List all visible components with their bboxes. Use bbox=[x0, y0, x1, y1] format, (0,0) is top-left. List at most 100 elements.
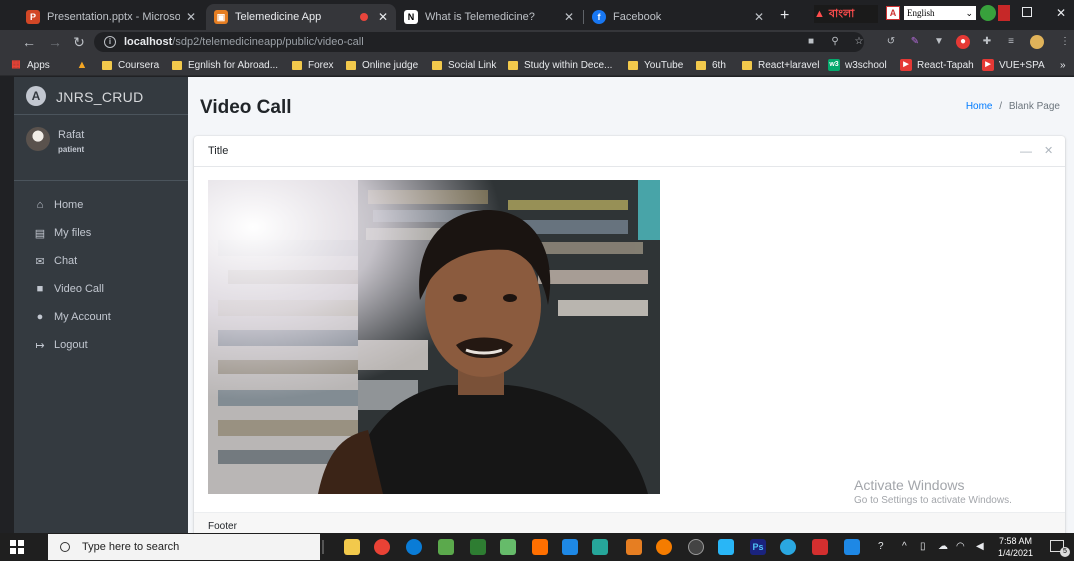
browser-tab-strip: P Presentation.pptx - Microsoft Po ✕ ▣ T… bbox=[0, 0, 1074, 30]
notepad-icon[interactable] bbox=[500, 539, 516, 555]
sidebar-item-chat[interactable]: ✉ Chat bbox=[14, 247, 188, 275]
sidebar-item-label: Video Call bbox=[54, 283, 104, 295]
breadcrumb-home-link[interactable]: Home bbox=[966, 101, 993, 112]
extension-v-icon[interactable]: ▼ bbox=[932, 35, 946, 49]
new-tab-button[interactable]: + bbox=[780, 7, 789, 25]
reload-icon[interactable]: ↻ bbox=[70, 33, 88, 51]
bookmark-react-laravel[interactable]: React+laravel bbox=[742, 58, 819, 72]
address-bar[interactable]: i localhost /sdp2/telemedicineapp/public… bbox=[94, 32, 864, 52]
extension-red-icon[interactable] bbox=[998, 5, 1010, 21]
bookmark-star-icon[interactable]: ☆ bbox=[852, 35, 866, 49]
volume-icon[interactable]: ◀ bbox=[976, 541, 984, 552]
bookmark-social-link[interactable]: Social Link bbox=[432, 58, 496, 72]
sidebar-item-label: My Account bbox=[54, 311, 111, 323]
app-red-icon[interactable] bbox=[812, 539, 828, 555]
profile-avatar-icon[interactable] bbox=[1030, 35, 1044, 49]
firefox-icon[interactable] bbox=[656, 539, 672, 555]
tab-telemedicine-app[interactable]: ▣ Telemedicine App ✕ bbox=[206, 4, 396, 30]
sidebar-item-label: My files bbox=[54, 227, 92, 239]
windows-taskbar: Type here to search Ps ? ^ ▯ ☁ ◠ ◀ 7:58 … bbox=[0, 533, 1074, 561]
zoom-icon[interactable]: ⚲ bbox=[828, 35, 842, 49]
extension-green-icon[interactable] bbox=[980, 5, 996, 21]
extension-feather-icon[interactable]: ✎ bbox=[908, 35, 922, 49]
user-panel[interactable]: Rafat patient bbox=[14, 115, 188, 181]
tab-what-is-telemedicine[interactable]: N What is Telemedicine? ✕ bbox=[396, 4, 582, 30]
chat-icon: ✉ bbox=[35, 255, 45, 268]
bookmark-w3school[interactable]: w3 w3school bbox=[828, 58, 887, 72]
sidebar-item-my-account[interactable]: ● My Account bbox=[14, 303, 188, 331]
sidebar-item-my-files[interactable]: ▤ My files bbox=[14, 219, 188, 247]
bookmark-online-judge[interactable]: Online judge bbox=[346, 58, 418, 72]
close-icon[interactable]: ✕ bbox=[186, 10, 196, 24]
site-info-icon[interactable]: i bbox=[104, 36, 116, 48]
terminal-icon[interactable] bbox=[470, 539, 486, 555]
sidebar-item-video-call[interactable]: ■ Video Call bbox=[14, 275, 188, 303]
tab-facebook[interactable]: f Facebook ✕ bbox=[584, 4, 772, 30]
vscode-icon[interactable] bbox=[562, 539, 578, 555]
restore-window-icon[interactable] bbox=[1022, 7, 1032, 17]
windows-start-icon[interactable] bbox=[10, 540, 24, 554]
bookmark-study[interactable]: Study within Dece... bbox=[508, 58, 612, 72]
app-icon[interactable] bbox=[438, 539, 454, 555]
close-icon[interactable]: ✕ bbox=[564, 10, 574, 24]
avatar bbox=[26, 127, 50, 151]
extension-refresh-icon[interactable]: ↺ bbox=[884, 35, 898, 49]
taskbar-search-input[interactable]: Type here to search bbox=[48, 534, 320, 560]
brand-link[interactable]: A JNRS_CRUD bbox=[14, 77, 188, 115]
video-frame bbox=[208, 180, 660, 494]
folder-icon bbox=[432, 60, 442, 70]
collapse-button[interactable]: — bbox=[1020, 144, 1032, 158]
bookmark-youtube[interactable]: YouTube bbox=[628, 58, 683, 72]
folder-icon bbox=[742, 60, 752, 70]
sidebar-item-logout[interactable]: ↦ Logout bbox=[14, 331, 188, 359]
sidebar-item-home[interactable]: ⌂ Home bbox=[14, 191, 188, 219]
close-icon[interactable]: ✕ bbox=[754, 10, 764, 24]
bookmark-react-tapah[interactable]: ▶ React-Tapah bbox=[900, 58, 974, 72]
bangla-extension[interactable]: ▲ বাংলা bbox=[814, 5, 878, 23]
bookmark-6th[interactable]: 6th bbox=[696, 58, 726, 72]
github-icon[interactable] bbox=[688, 539, 704, 555]
back-arrow-icon[interactable]: ← bbox=[20, 33, 38, 51]
extensions-puzzle-icon[interactable]: ✚ bbox=[980, 35, 994, 49]
notification-count-badge: 5 bbox=[1060, 547, 1070, 557]
app-blue-icon[interactable] bbox=[718, 539, 734, 555]
file-explorer-icon[interactable] bbox=[344, 539, 360, 555]
chrome-icon[interactable] bbox=[374, 539, 390, 555]
app-diamond-icon[interactable] bbox=[592, 539, 608, 555]
bookmark-english-abroad[interactable]: Egnlish for Abroad... bbox=[172, 58, 278, 72]
chevron-up-icon[interactable]: ^ bbox=[902, 541, 907, 552]
wifi-icon[interactable]: ◠ bbox=[956, 541, 965, 552]
onedrive-icon[interactable]: ☁ bbox=[938, 541, 948, 552]
telemedicine-app-icon[interactable] bbox=[626, 539, 642, 555]
more-bookmarks-button[interactable]: » bbox=[1060, 58, 1066, 72]
video-stream[interactable] bbox=[208, 180, 660, 494]
watermark-title: Activate Windows bbox=[854, 477, 965, 493]
language-select[interactable]: English ⌄ bbox=[904, 6, 976, 20]
edge-icon[interactable] bbox=[406, 539, 422, 555]
close-icon[interactable]: ✕ bbox=[378, 10, 388, 24]
bookmark-logo[interactable]: ▲ bbox=[76, 58, 93, 72]
bookmark-coursera[interactable]: Coursera bbox=[102, 58, 159, 72]
zoom-app-icon[interactable] bbox=[844, 539, 860, 555]
kebab-menu-icon[interactable]: ⋮ bbox=[1058, 35, 1072, 49]
extension-shield-icon[interactable]: ● bbox=[956, 35, 970, 49]
reading-list-icon[interactable]: ≡ bbox=[1004, 35, 1018, 49]
photoshop-icon[interactable]: Ps bbox=[750, 539, 766, 555]
task-view-icon[interactable] bbox=[322, 540, 324, 554]
bookmark-forex[interactable]: Forex bbox=[292, 58, 334, 72]
avro-icon[interactable]: A bbox=[886, 6, 900, 20]
telegram-icon[interactable] bbox=[780, 539, 796, 555]
clock[interactable]: 7:58 AM 1/4/2021 bbox=[998, 535, 1033, 559]
bookmark-vue-spa[interactable]: ▶ VUE+SPA bbox=[982, 58, 1045, 72]
camera-in-use-icon[interactable]: ■ bbox=[804, 35, 818, 49]
help-icon[interactable]: ? bbox=[878, 541, 884, 552]
remove-button[interactable]: ✕ bbox=[1044, 144, 1053, 157]
browser-toolbar: ← → ↻ i localhost /sdp2/telemedicineapp/… bbox=[0, 30, 1074, 54]
bookmark-apps[interactable]: ▦ Apps bbox=[10, 58, 50, 72]
sublime-icon[interactable] bbox=[532, 539, 548, 555]
tab-presentation[interactable]: P Presentation.pptx - Microsoft Po ✕ bbox=[18, 4, 204, 30]
close-window-icon[interactable]: ✕ bbox=[1056, 6, 1066, 20]
forward-arrow-icon[interactable]: → bbox=[46, 33, 64, 51]
folder-icon bbox=[628, 60, 638, 70]
bookmark-label: Forex bbox=[308, 59, 334, 71]
